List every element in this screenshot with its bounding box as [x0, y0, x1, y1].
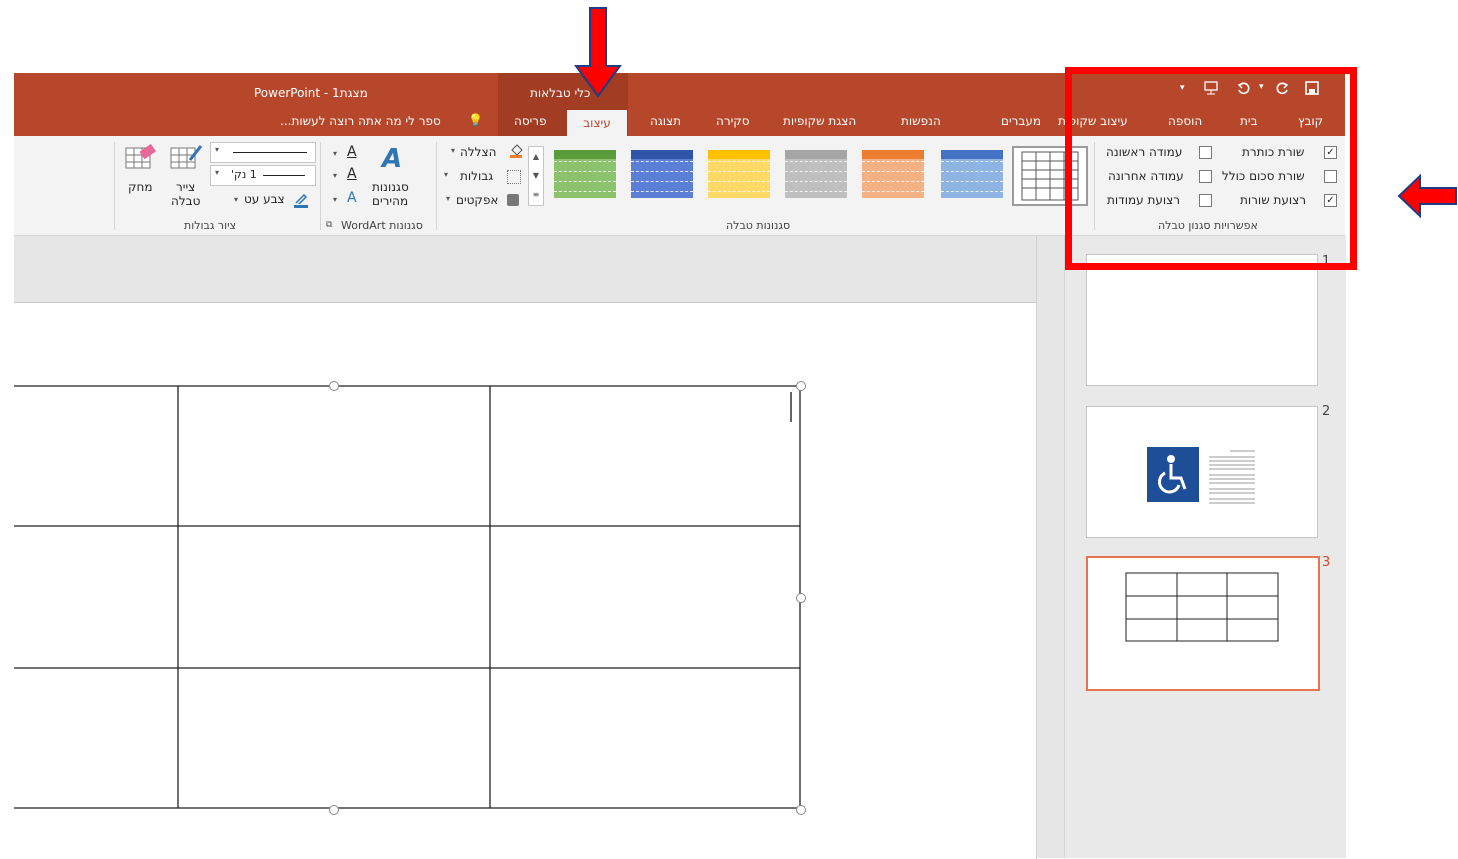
table-style-gray[interactable]	[785, 150, 847, 198]
text-fill-dropdown-icon[interactable]: ▾	[333, 149, 337, 158]
tab-review[interactable]: סקירה	[716, 114, 750, 128]
quick-styles-line2[interactable]: מהירים	[372, 194, 408, 208]
table-style-blue-dark[interactable]	[631, 150, 693, 198]
accessibility-icon	[1147, 447, 1199, 502]
effects-dropdown-icon[interactable]: ▾	[446, 194, 450, 203]
slide-thumbnail-2[interactable]	[1086, 406, 1318, 538]
pen-style-dropdown-icon: ▾	[215, 145, 220, 154]
quick-styles-line1[interactable]: סגנונות	[372, 180, 409, 194]
pen-weight-value: 1 נק'	[231, 168, 257, 181]
table-styles-group-label: סגנונות טבלה	[726, 219, 791, 232]
pen-weight-dropdown[interactable]: 1 נק' ▾	[210, 165, 316, 186]
pen-style-dropdown[interactable]: ▾	[210, 142, 316, 163]
draw-table-icon[interactable]	[170, 144, 204, 170]
thumbnail-table	[1125, 572, 1279, 642]
pen-color-dropdown-icon[interactable]: ▾	[234, 195, 238, 204]
wordart-group-label: סגנונות WordArt	[341, 219, 423, 232]
annotation-highlight-box	[1065, 67, 1357, 270]
shading-dropdown-icon[interactable]: ▾	[451, 146, 455, 155]
resize-handle-right[interactable]	[796, 593, 806, 603]
dialog-launcher-icon[interactable]: ⧉	[326, 220, 332, 230]
group-separator	[114, 142, 115, 230]
window-title: מצגת1 - PowerPoint	[254, 86, 368, 100]
slide-thumbnail-3[interactable]	[1086, 556, 1320, 691]
pen-color-icon	[294, 192, 308, 208]
table-style-orange[interactable]	[862, 150, 924, 198]
group-separator	[436, 142, 437, 230]
pen-weight-dropdown-icon: ▾	[215, 168, 220, 177]
tab-layout[interactable]: פריסה	[514, 114, 547, 128]
slide-thumbnail-1[interactable]	[1086, 254, 1318, 386]
borders-dropdown-icon[interactable]: ▾	[444, 170, 448, 179]
text-outline-dropdown-icon[interactable]: ▾	[333, 171, 337, 180]
resize-handle-top-right[interactable]	[796, 381, 806, 391]
effects-icon	[507, 194, 519, 206]
tell-me-box[interactable]: ספר לי מה אתה רוצה לעשות...	[280, 114, 441, 128]
annotation-arrow-down	[574, 7, 622, 98]
tab-slide-show[interactable]: הצגת שקופיות	[783, 114, 856, 128]
eraser-icon[interactable]	[125, 143, 159, 170]
thumbnail-text-lines	[1209, 450, 1255, 504]
slide-number-2: 2	[1322, 404, 1331, 419]
slide-number-3: 3	[1322, 555, 1331, 570]
tab-animations[interactable]: הנפשות	[901, 114, 941, 128]
tab-transitions[interactable]: מעברים	[1001, 114, 1041, 128]
tab-design[interactable]: עיצוב	[567, 110, 627, 136]
draw-table-line2[interactable]: טבלה	[171, 194, 200, 208]
text-effects-dropdown-icon[interactable]: ▾	[333, 195, 337, 204]
group-separator	[320, 142, 321, 230]
shading-button[interactable]: הצללה	[460, 145, 496, 159]
table-style-gold[interactable]	[708, 150, 770, 198]
pen-weight-preview	[263, 175, 305, 176]
paint-bucket-icon	[509, 144, 523, 158]
text-effects-icon[interactable]: A	[347, 190, 357, 206]
wordart-quick-styles-icon[interactable]: A	[382, 144, 402, 174]
text-outline-icon[interactable]: A	[347, 166, 357, 182]
resize-handle-bottom-right[interactable]	[796, 805, 806, 815]
table-style-green[interactable]	[554, 150, 616, 198]
effects-button[interactable]: אפקטים	[456, 193, 498, 207]
lightbulb-icon: 💡	[468, 113, 483, 127]
draw-table-line1[interactable]: צייר	[176, 180, 195, 194]
text-fill-icon[interactable]: A	[347, 144, 357, 160]
table-style-blue-light[interactable]	[941, 150, 1003, 198]
draw-borders-group-label: ציור גבולות	[184, 219, 237, 232]
slide-table[interactable]	[14, 380, 814, 820]
eraser-label[interactable]: מחק	[128, 180, 153, 194]
resize-handle-bottom[interactable]	[329, 805, 339, 815]
pen-color-button[interactable]: צבע עט	[244, 192, 285, 206]
borders-button[interactable]: גבולות	[460, 169, 493, 183]
tab-view[interactable]: תצוגה	[650, 114, 681, 128]
line-style-preview	[233, 152, 307, 153]
gallery-scroll-buttons[interactable]: ▲ ▼ ≡	[528, 146, 544, 206]
resize-handle-top[interactable]	[329, 381, 339, 391]
vertical-scrollbar[interactable]	[1036, 236, 1065, 858]
borders-icon	[507, 170, 521, 184]
annotation-arrow-left	[1397, 173, 1457, 219]
